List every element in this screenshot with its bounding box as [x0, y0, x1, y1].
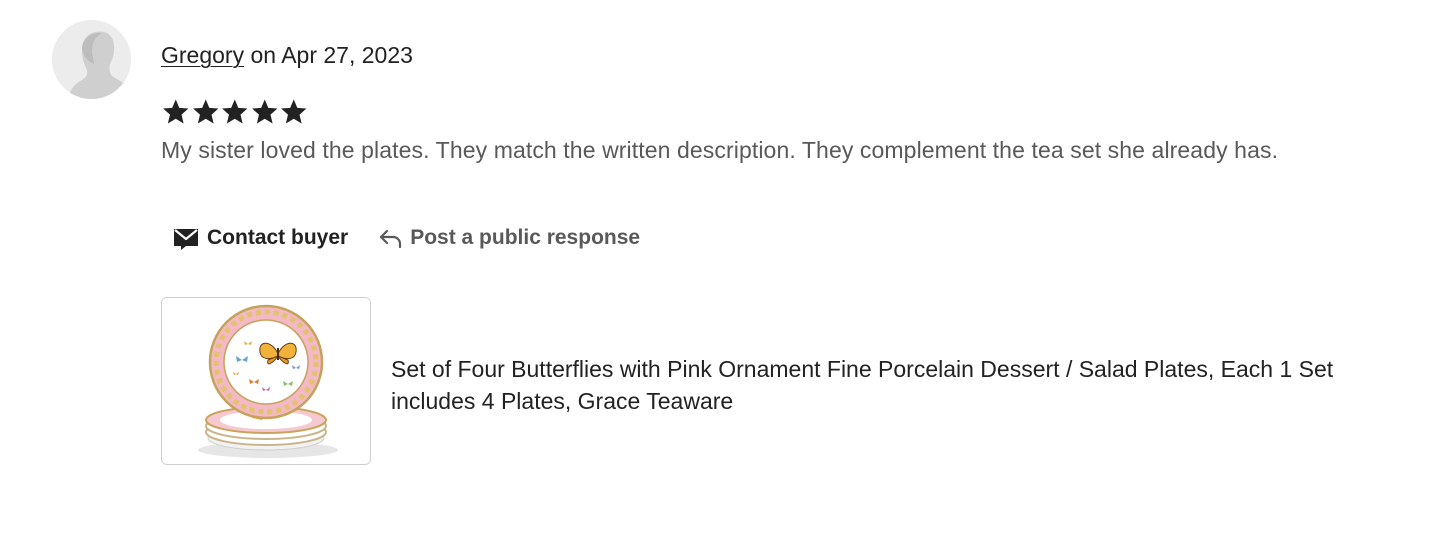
review-date: on Apr 27, 2023 [244, 42, 413, 68]
star-icon [251, 99, 277, 124]
star-icon [163, 99, 189, 124]
star-icon [281, 99, 307, 124]
reviewer-name-link[interactable]: Gregory [161, 42, 244, 68]
product-thumbnail[interactable] [161, 297, 371, 465]
contact-buyer-label: Contact buyer [207, 226, 349, 249]
star-icon [222, 99, 248, 124]
review-card: Gregory on Apr 27, 2023 My sister loved … [0, 0, 1445, 539]
contact-buyer-button[interactable]: Contact buyer [161, 212, 360, 264]
star-icon [192, 99, 218, 124]
product-image [162, 298, 370, 464]
star-rating [161, 96, 309, 128]
default-user-avatar-icon [52, 20, 131, 99]
reply-arrow-icon [378, 227, 402, 249]
product-title-link[interactable]: Set of Four Butterflies with Pink Orname… [391, 353, 1401, 417]
review-meta: Gregory on Apr 27, 2023 [161, 40, 413, 70]
reviewer-avatar[interactable] [52, 20, 131, 99]
review-text: My sister loved the plates. They match t… [161, 137, 1279, 163]
review-actions: Contact buyer Post a public response [161, 212, 652, 264]
post-public-response-button[interactable]: Post a public response [366, 212, 652, 264]
post-public-response-label: Post a public response [410, 226, 641, 249]
envelope-icon [173, 226, 199, 250]
